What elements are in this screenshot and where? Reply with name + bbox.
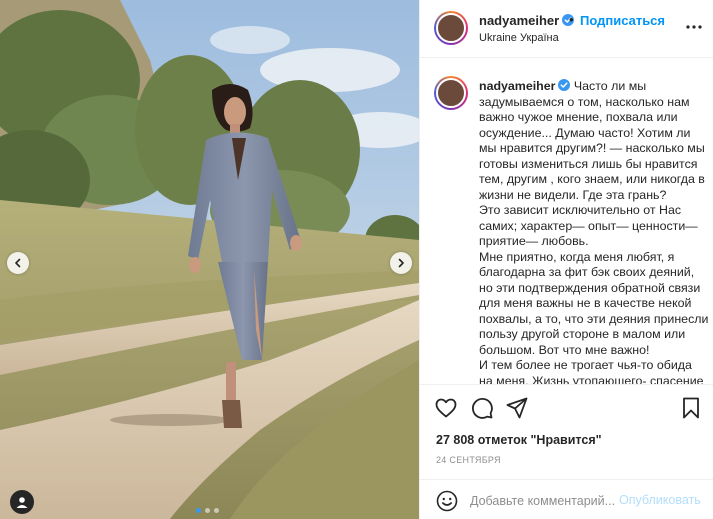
location-link[interactable]: Ukraine Україна <box>479 32 559 44</box>
paper-plane-icon[interactable] <box>505 396 529 420</box>
carousel-dot <box>205 508 210 513</box>
carousel-dot <box>214 508 219 513</box>
likes-count[interactable]: 27 808 отметок "Нравится" <box>436 433 602 447</box>
chevron-right-icon <box>398 258 404 268</box>
post-side-panel: nadyameiher • Подписаться Ukraine Україн… <box>419 0 713 519</box>
post-date[interactable]: 24 СЕНТЯБРЯ <box>436 455 501 465</box>
avatar[interactable] <box>434 11 468 45</box>
caption-text: Часто ли мы задумываемся о том, наскольк… <box>479 79 709 384</box>
caption-avatar[interactable] <box>434 76 468 110</box>
post-header: nadyameiher • Подписаться Ukraine Україн… <box>420 0 713 58</box>
username-text[interactable]: nadyameiher <box>479 13 559 28</box>
post-actions: 27 808 отметок "Нравится" 24 СЕНТЯБРЯ Оп… <box>420 384 713 519</box>
post-caption: nadyameiher Часто ли мы задумываемся о т… <box>479 79 709 384</box>
comment-bubble-icon[interactable] <box>470 396 494 420</box>
username-link[interactable]: nadyameiher <box>479 13 575 28</box>
comment-input[interactable] <box>470 491 618 511</box>
carousel-indicator <box>196 508 219 513</box>
bookmark-icon[interactable] <box>679 396 703 420</box>
chevron-left-icon <box>15 258 21 268</box>
next-slide-button[interactable] <box>390 252 412 274</box>
separator-dot: • <box>569 12 574 27</box>
comments-section[interactable]: nadyameiher Часто ли мы задумываемся о т… <box>420 59 713 384</box>
previous-slide-button[interactable] <box>7 252 29 274</box>
follow-button[interactable]: Подписаться <box>580 13 665 28</box>
photo-scene <box>0 0 419 519</box>
more-options-icon[interactable] <box>684 17 704 37</box>
emoji-icon[interactable] <box>436 490 458 512</box>
publish-button[interactable]: Опубликовать <box>619 493 701 507</box>
verified-badge-icon <box>558 79 571 91</box>
post-photo[interactable] <box>0 0 419 519</box>
carousel-dot <box>196 508 201 513</box>
add-comment-bar: Опубликовать <box>420 479 713 519</box>
tagged-users-button[interactable] <box>10 490 34 514</box>
user-tag-icon <box>16 497 28 508</box>
heart-icon[interactable] <box>434 396 458 420</box>
caption-username[interactable]: nadyameiher <box>479 79 555 93</box>
